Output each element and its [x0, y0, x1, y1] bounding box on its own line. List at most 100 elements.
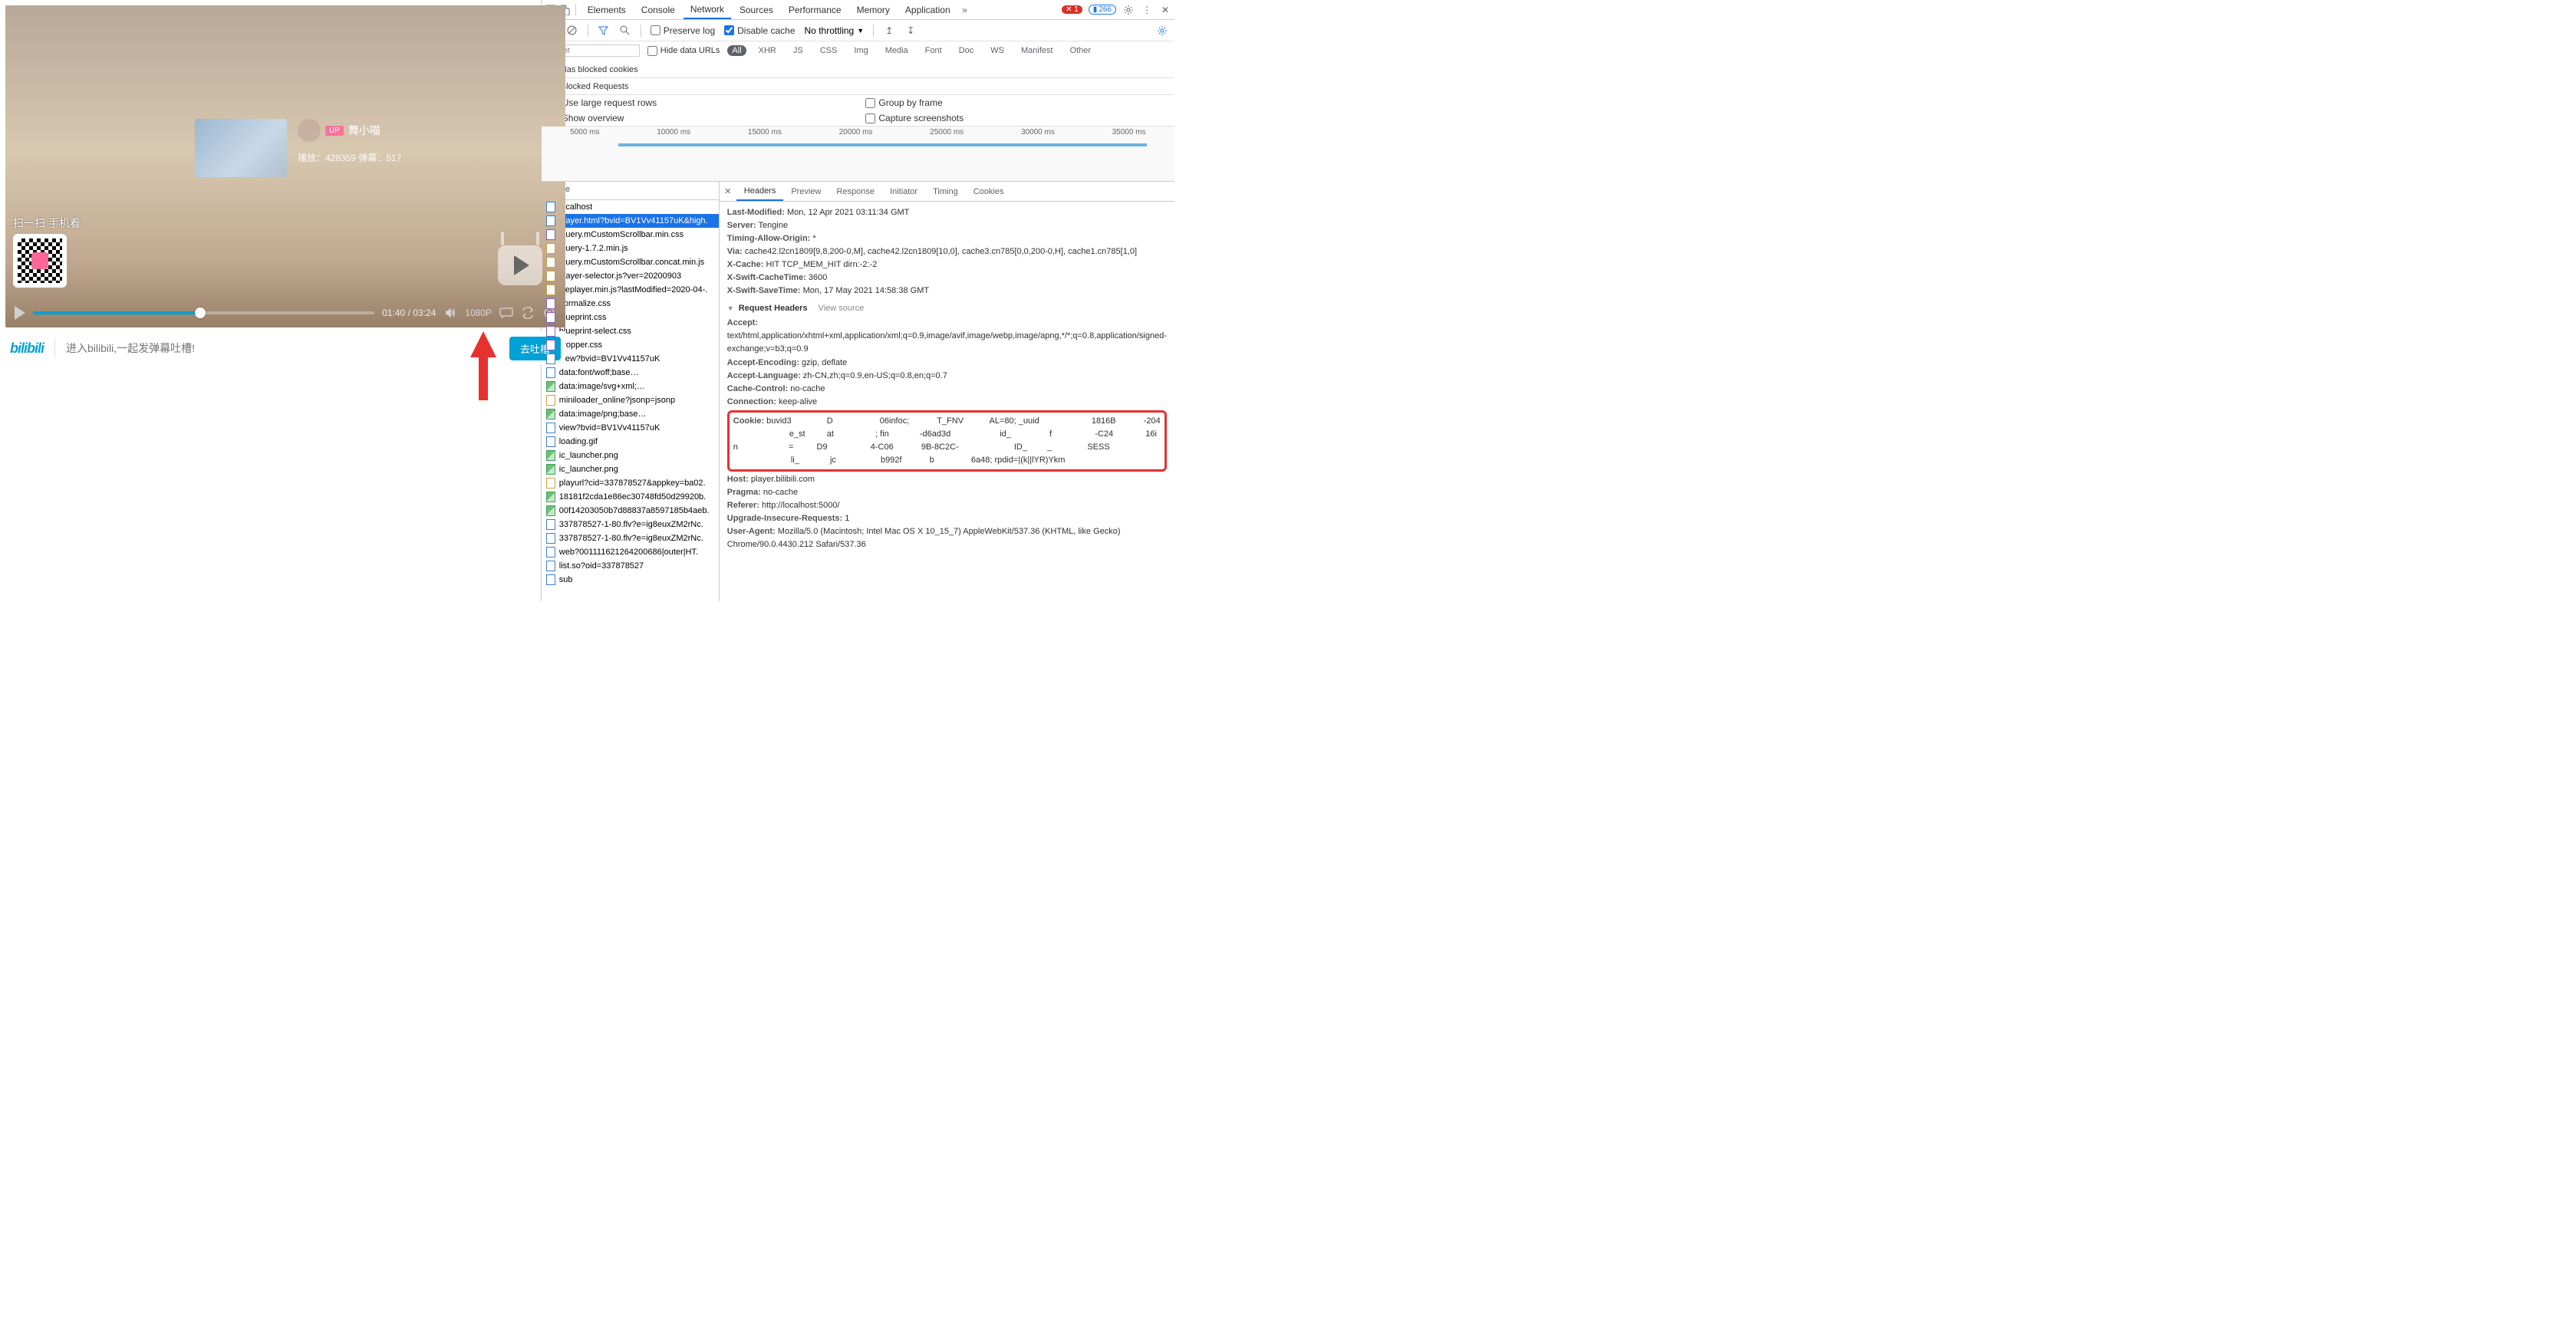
request-row[interactable]: data:image/svg+xml;… [542, 380, 719, 393]
request-row[interactable]: normalize.css [542, 297, 719, 311]
name-column-header[interactable]: Name [542, 182, 719, 200]
request-name: liteplayer.min.js?lastModified=2020-04-. [559, 285, 708, 294]
danmu-input[interactable] [66, 342, 509, 354]
network-settings-icon[interactable] [1156, 25, 1168, 37]
header-row: Host: player.bilibili.com [727, 473, 1167, 486]
tab-performance[interactable]: Performance [782, 2, 848, 18]
volume-icon[interactable] [443, 306, 457, 320]
filter-all[interactable]: All [727, 45, 746, 56]
tab-elements[interactable]: Elements [581, 2, 633, 18]
tab-application[interactable]: Application [898, 2, 957, 18]
request-row[interactable]: view?bvid=BV1Vv41157uK [542, 421, 719, 435]
tab-memory[interactable]: Memory [850, 2, 897, 18]
request-row[interactable]: loading.gif [542, 435, 719, 449]
tab-sources[interactable]: Sources [733, 2, 780, 18]
danmu-icon[interactable] [499, 306, 513, 320]
request-row[interactable]: liteplayer.min.js?lastModified=2020-04-. [542, 283, 719, 297]
close-detail-icon[interactable]: ✕ [720, 186, 736, 196]
file-icon [546, 409, 555, 419]
request-row[interactable]: jquery-1.7.2.min.js [542, 242, 719, 255]
filter-js[interactable]: JS [789, 45, 808, 56]
header-row: Accept-Encoding: gzip, deflate [727, 357, 1167, 370]
quality-button[interactable]: 1080P [465, 306, 492, 320]
timeline-label: 30000 ms [1021, 128, 1055, 137]
loop-icon[interactable] [521, 306, 535, 320]
uploader-avatar[interactable] [298, 119, 321, 142]
request-row[interactable]: blueprint.css [542, 311, 719, 324]
filter-img[interactable]: Img [849, 45, 872, 56]
filter-other[interactable]: Other [1066, 45, 1096, 56]
filter-media[interactable]: Media [881, 45, 913, 56]
video-player[interactable]: 扫一扫 手机看 UP 舞小喵 播放：428359 弹幕：517 [5, 5, 565, 327]
request-row[interactable]: 337878527-1-80.flv?e=ig8euxZM2rNc. [542, 518, 719, 531]
request-row[interactable]: 337878527-1-80.flv?e=ig8euxZM2rNc. [542, 531, 719, 545]
request-row[interactable]: playurl?cid=337878527&appkey=ba02. [542, 476, 719, 490]
file-icon [546, 423, 555, 433]
search-icon[interactable] [619, 25, 631, 37]
more-tabs-icon[interactable]: » [959, 4, 971, 16]
filter-icon[interactable] [598, 25, 610, 37]
request-row[interactable]: localhost [542, 200, 719, 214]
error-badge[interactable]: ✕ 1 [1062, 5, 1082, 14]
request-row[interactable]: player-selector.js?ver=20200903 [542, 269, 719, 283]
request-row[interactable]: ic_launcher.png [542, 449, 719, 462]
request-name: jquery-1.7.2.min.js [559, 244, 628, 253]
large-rows-checkbox[interactable]: Use large request rows [549, 97, 851, 108]
filter-xhr[interactable]: XHR [754, 45, 781, 56]
tab-console[interactable]: Console [634, 2, 682, 18]
qr-code[interactable] [13, 234, 67, 288]
request-name: ic_launcher.png [559, 451, 618, 460]
play-button[interactable] [15, 306, 25, 320]
uploader-name[interactable]: 舞小喵 [348, 123, 380, 138]
timeline-overview[interactable]: 5000 ms 10000 ms 15000 ms 20000 ms 25000… [542, 127, 1174, 182]
header-row: Connection: keep-alive [727, 396, 1167, 409]
clear-icon[interactable] [566, 25, 578, 37]
bilibili-logo[interactable]: bilibili [10, 340, 44, 357]
request-row[interactable]: ic_launcher.png [542, 462, 719, 476]
filter-css[interactable]: CSS [815, 45, 842, 56]
info-badge[interactable]: ▮ 266 [1089, 5, 1116, 15]
download-icon[interactable]: ↧ [904, 25, 917, 37]
group-frame-checkbox[interactable]: Group by frame [865, 97, 1167, 108]
gear-icon[interactable] [1122, 4, 1135, 16]
disable-cache-checkbox[interactable]: Disable cache [724, 25, 795, 36]
detail-tab-initiator[interactable]: Initiator [882, 183, 925, 200]
hide-data-urls-checkbox[interactable]: Hide data URLs [647, 46, 720, 56]
detail-tab-preview[interactable]: Preview [783, 183, 828, 200]
filter-ws[interactable]: WS [986, 45, 1009, 56]
request-row[interactable]: sub [542, 573, 719, 587]
throttling-select[interactable]: No throttling ▼ [805, 25, 865, 36]
request-row[interactable]: data:image/png;base… [542, 407, 719, 421]
preserve-log-checkbox[interactable]: Preserve log [651, 25, 715, 36]
headers-content[interactable]: Last-Modified: Mon, 12 Apr 2021 03:11:34… [720, 202, 1174, 601]
close-icon[interactable]: ✕ [1159, 4, 1171, 16]
request-row[interactable]: view?bvid=BV1Vv41157uK [542, 352, 719, 366]
filter-manifest[interactable]: Manifest [1016, 45, 1058, 56]
screenshots-checkbox[interactable]: Capture screenshots [865, 113, 1167, 123]
show-overview-checkbox[interactable]: Show overview [549, 113, 851, 123]
request-row[interactable]: cropper.css [542, 338, 719, 352]
upload-icon[interactable]: ↥ [883, 25, 895, 37]
request-row[interactable]: list.so?oid=337878527 [542, 559, 719, 573]
detail-tab-response[interactable]: Response [828, 183, 882, 200]
detail-tab-cookies[interactable]: Cookies [966, 183, 1012, 200]
progress-bar[interactable] [33, 311, 374, 314]
request-headers-section[interactable]: Request HeadersView source [727, 302, 1167, 315]
filter-doc[interactable]: Doc [954, 45, 979, 56]
request-row[interactable]: 18181f2cda1e86ec30748fd50d29920b. [542, 490, 719, 504]
request-row[interactable]: jquery.mCustomScrollbar.min.css [542, 228, 719, 242]
request-row[interactable]: 00f14203050b7d88837a8597185b4aeb. [542, 504, 719, 518]
request-row[interactable]: jquery.mCustomScrollbar.concat.min.js [542, 255, 719, 269]
request-row[interactable]: player.html?bvid=BV1Vv41157uK&high. [542, 214, 719, 228]
big-play-button[interactable] [498, 245, 542, 285]
request-row[interactable]: blueprint-select.css [542, 324, 719, 338]
request-row[interactable]: web?001111621264200686|outer|HT. [542, 545, 719, 559]
file-icon [546, 505, 555, 516]
filter-font[interactable]: Font [921, 45, 947, 56]
request-row[interactable]: data:font/woff;base… [542, 366, 719, 380]
tab-network[interactable]: Network [684, 1, 731, 19]
detail-tab-timing[interactable]: Timing [925, 183, 966, 200]
detail-tab-headers[interactable]: Headers [736, 183, 784, 201]
request-row[interactable]: miniloader_online?jsonp=jsonp [542, 393, 719, 407]
kebab-icon[interactable]: ⋮ [1141, 4, 1153, 16]
